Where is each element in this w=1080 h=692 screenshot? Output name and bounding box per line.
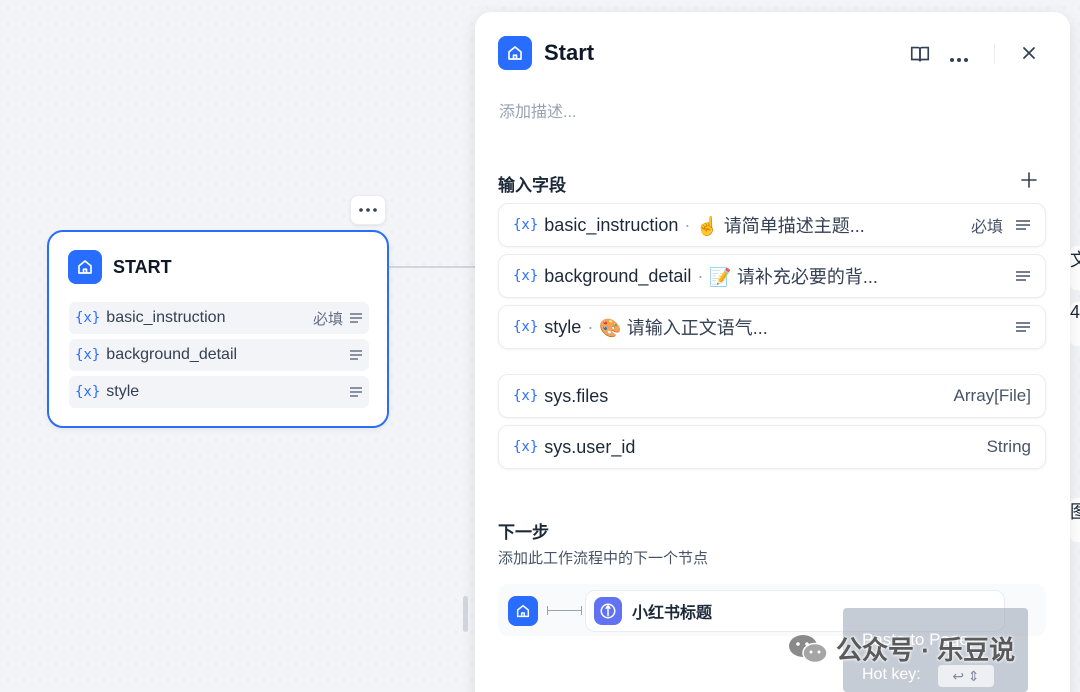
wechat-icon [789, 634, 828, 663]
text-lines-icon [1015, 270, 1031, 282]
watermark: 公众号 · 乐豆说 [788, 630, 1015, 667]
background-node-fragment: 4e [1070, 302, 1080, 346]
panel-more-button[interactable] [949, 50, 971, 62]
next-step-description: 添加此工作流程中的下一个节点 [498, 550, 709, 567]
variable-name: basic_instruction [106, 309, 226, 326]
required-badge: 必填 [970, 219, 1003, 236]
field-label: 🎨 请输入正文语气... [599, 318, 768, 338]
more-horizontal-icon [359, 208, 377, 212]
next-step-heading: 下一步 [498, 523, 549, 542]
variable-icon: {x} [75, 310, 101, 326]
docs-button[interactable] [909, 43, 931, 65]
close-button[interactable] [1020, 44, 1038, 62]
add-field-button[interactable] [1020, 171, 1038, 189]
field-type: String [986, 437, 1031, 456]
separator-dot: · [684, 214, 691, 235]
text-lines-icon [349, 312, 363, 324]
background-node-fragment: 图 [1070, 498, 1080, 542]
plus-icon [1021, 172, 1037, 188]
home-icon [508, 596, 538, 626]
home-icon [68, 250, 102, 284]
input-field-row[interactable]: {x} style · 🎨 请输入正文语气... [498, 305, 1046, 349]
field-type: Array[File] [953, 386, 1031, 405]
input-field-row[interactable]: {x} background_detail · 📝 请补充必要的背... [498, 254, 1046, 298]
variable-icon: {x} [513, 217, 539, 233]
separator-dot: · [697, 265, 704, 286]
start-node[interactable]: START {x} basic_instruction 必填 {x} backg… [47, 230, 389, 428]
connector-tick [547, 606, 548, 615]
field-name: basic_instruction [544, 214, 679, 235]
text-lines-icon [349, 349, 363, 361]
node-connector-line [389, 266, 479, 268]
panel-resize-handle[interactable] [463, 596, 468, 632]
start-node-panel: Start 添加描述... 输入字段 {x} basic_instruction… [475, 12, 1070, 692]
hotkey-label: Hot key: [862, 666, 921, 683]
node-variable-row[interactable]: {x} style [69, 376, 369, 408]
text-lines-icon [1015, 321, 1031, 333]
field-name: background_detail [544, 265, 692, 286]
home-icon [498, 36, 532, 70]
variable-name: background_detail [106, 346, 238, 363]
variable-icon: {x} [513, 268, 539, 284]
variable-icon: {x} [75, 384, 101, 400]
close-icon [1023, 47, 1035, 59]
variable-icon: {x} [513, 439, 539, 455]
system-field-row: {x} sys.files Array[File] [498, 374, 1046, 418]
node-variable-row[interactable]: {x} background_detail [69, 339, 369, 371]
header-divider [994, 44, 995, 64]
hotkey-badge: ↩ ⇕ [938, 665, 994, 687]
node-more-button[interactable] [350, 195, 386, 225]
text-lines-icon [1015, 219, 1031, 231]
field-name: sys.files [544, 385, 609, 406]
variable-icon: {x} [513, 388, 539, 404]
node-variable-row[interactable]: {x} basic_instruction 必填 [69, 302, 369, 334]
next-step-connector [548, 610, 582, 611]
compass-icon [594, 597, 622, 625]
more-horizontal-icon [950, 58, 968, 62]
required-badge: 必填 [312, 310, 343, 328]
separator-dot: · [587, 316, 594, 337]
panel-title: Start [544, 40, 595, 65]
description-input[interactable]: 添加描述... [499, 98, 576, 122]
field-label: ☝️ 请简单描述主题... [696, 216, 865, 236]
system-field-row: {x} sys.user_id String [498, 425, 1046, 469]
variable-icon: {x} [75, 347, 101, 363]
field-name: style [544, 316, 582, 337]
variable-name: style [106, 383, 140, 400]
background-node-fragment: 文 [1070, 246, 1080, 290]
book-icon [910, 46, 930, 62]
field-label: 📝 请补充必要的背... [709, 267, 878, 287]
variable-icon: {x} [513, 319, 539, 335]
input-field-row[interactable]: {x} basic_instruction · ☝️ 请简单描述主题... 必填 [498, 203, 1046, 247]
connector-tick [581, 606, 582, 615]
node-title: START [113, 257, 172, 277]
next-node-label: 小红书标题 [632, 605, 713, 622]
text-lines-icon [349, 386, 363, 398]
field-name: sys.user_id [544, 436, 636, 457]
input-fields-heading: 输入字段 [498, 176, 566, 195]
